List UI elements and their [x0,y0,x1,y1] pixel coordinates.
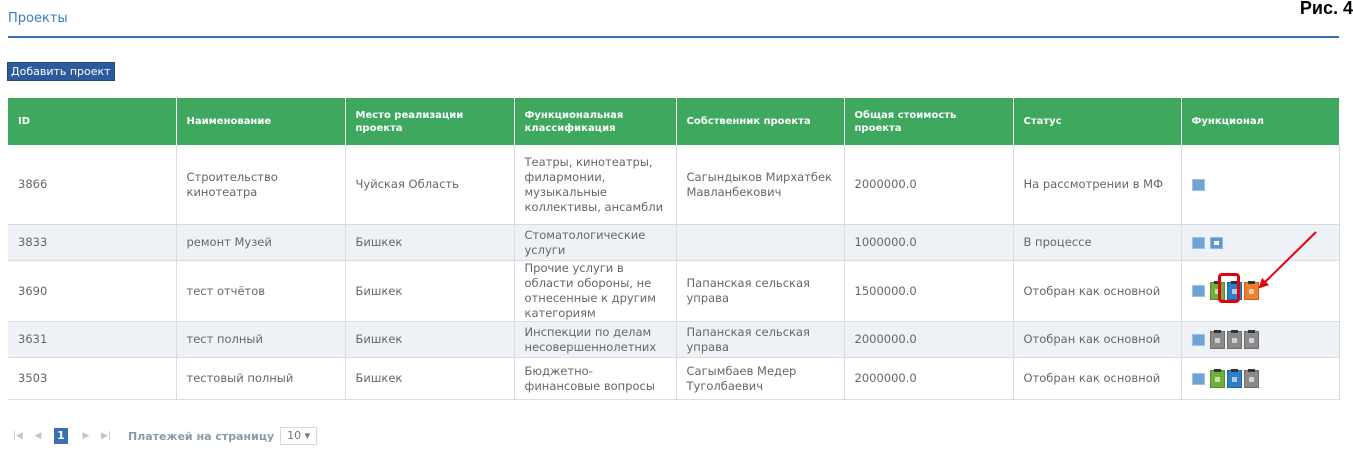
report-gray-icon[interactable] [1243,368,1259,388]
cell-cost: 1500000.0 [844,260,1014,322]
delete-icon[interactable] [1209,236,1223,249]
table-row[interactable]: 3833 ремонт Музей Бишкек Стоматологическ… [8,224,1340,261]
first-page-icon[interactable]: |◀ [8,431,28,441]
cell-owner: Сагындыков Мирхатбек Мавланбекович [676,145,845,225]
cell-actions [1181,357,1340,400]
highlight-box [1217,273,1240,303]
column-header-status[interactable]: Статус [1013,98,1182,145]
cell-classification: Театры, кинотеатры, филармонии, музыкаль… [514,145,677,225]
cell-place: Бишкек [345,357,515,400]
cell-actions [1181,145,1340,225]
column-header-id[interactable]: ID [8,98,177,145]
column-header-owner[interactable]: Собственник проекта [676,98,845,145]
cell-owner [676,224,845,261]
current-page[interactable]: 1 [54,428,68,444]
cell-id: 3503 [8,357,177,400]
cell-id: 3631 [8,321,177,358]
cell-cost: 2000000.0 [844,357,1014,400]
table-row[interactable]: 3690 тест отчётов Бишкек Прочие услуги в… [8,260,1340,322]
report-gray-icon[interactable] [1209,329,1225,349]
cell-name: Строительство кинотеатра [176,145,346,225]
figure-label: Рис. 4 [1299,0,1353,18]
table-row[interactable]: 3503 тестовый полный Бишкек Бюджетно-фин… [8,357,1340,400]
cell-id: 3866 [8,145,177,225]
prev-page-icon[interactable]: ◀ [28,431,48,441]
cell-actions [1181,224,1340,261]
cell-name: тест отчётов [176,260,346,322]
cell-id: 3690 [8,260,177,322]
per-page-value: 10 [287,429,302,442]
cell-actions [1181,260,1340,322]
table-row[interactable]: 3631 тест полный Бишкек Инспекции по дел… [8,321,1340,358]
cell-status: Отобран как основной [1013,357,1182,400]
pagination: |◀ ◀ 1 ▶ ▶| Платежей на страницу 10 ▾ [8,427,318,445]
projects-table: ID Наименование Место реализации проекта… [8,98,1340,400]
cell-cost: 2000000.0 [844,321,1014,358]
cell-classification: Инспекции по делам несовершеннолетних [514,321,677,358]
report-blue-icon[interactable] [1226,368,1242,388]
add-project-button[interactable]: Добавить проект [7,62,115,81]
cell-actions [1181,321,1340,358]
column-header-place[interactable]: Место реализации проекта [345,98,515,145]
cell-status: На рассмотрении в МФ [1013,145,1182,225]
report-gray-icon[interactable] [1243,329,1259,349]
cell-classification: Бюджетно-финансовые вопросы [514,357,677,400]
page-title: Проекты [8,11,68,26]
edit-icon[interactable] [1191,236,1205,249]
edit-icon[interactable] [1191,178,1205,191]
per-page-label: Платежей на страницу [128,429,275,443]
cell-status: В процессе [1013,224,1182,261]
next-page-icon[interactable]: ▶ [76,431,96,441]
cell-place: Бишкек [345,224,515,261]
cell-place: Чуйская Область [345,145,515,225]
cell-name: тест полный [176,321,346,358]
table-row[interactable]: 3866 Строительство кинотеатра Чуйская Об… [8,145,1340,225]
report-gray-icon[interactable] [1226,329,1242,349]
cell-cost: 2000000.0 [844,145,1014,225]
column-header-name[interactable]: Наименование [176,98,346,145]
edit-icon[interactable] [1191,333,1205,346]
cell-owner: Папанская сельская управа [676,260,845,322]
cell-cost: 1000000.0 [844,224,1014,261]
column-header-cost[interactable]: Общая стоимость проекта [844,98,1014,145]
per-page-select[interactable]: 10 ▾ [280,427,318,445]
report-orange-icon[interactable] [1243,281,1259,300]
title-divider [8,36,1339,38]
edit-icon[interactable] [1191,285,1205,297]
cell-classification: Стоматологические услуги [514,224,677,261]
cell-place: Бишкек [345,260,515,322]
cell-name: ремонт Музей [176,224,346,261]
column-header-classification[interactable]: Функциональная классификация [514,98,677,145]
cell-owner: Папанская сельская управа [676,321,845,358]
cell-owner: Сагымбаев Медер Туголбаевич [676,357,845,400]
edit-icon[interactable] [1191,372,1205,385]
cell-name: тестовый полный [176,357,346,400]
report-green-icon[interactable] [1209,368,1225,388]
cell-id: 3833 [8,224,177,261]
cell-place: Бишкек [345,321,515,358]
table-header-row: ID Наименование Место реализации проекта… [8,98,1340,145]
cell-status: Отобран как основной [1013,321,1182,358]
cell-classification: Прочие услуги в области обороны, не отне… [514,260,677,322]
column-header-actions: Функционал [1181,98,1340,145]
last-page-icon[interactable]: ▶| [96,431,116,441]
cell-status: Отобран как основной [1013,260,1182,322]
